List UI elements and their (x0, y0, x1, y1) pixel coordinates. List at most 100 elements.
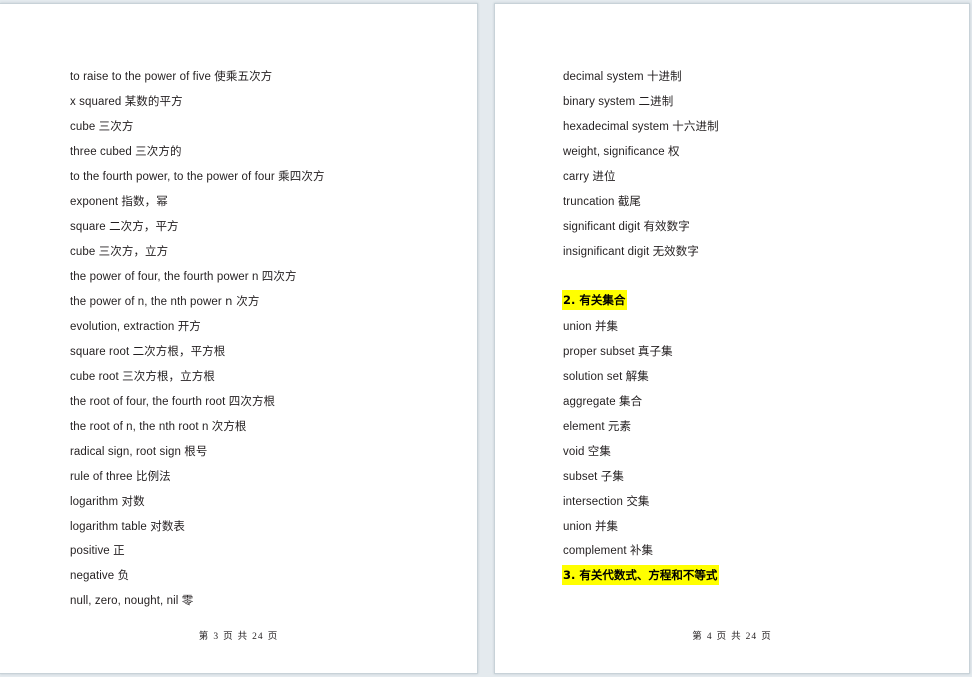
footer-total-pages: 24 (745, 632, 758, 642)
glossary-term-en: x squared (70, 96, 122, 108)
glossary-term-en: positive (70, 545, 110, 557)
glossary-term-en: the root of n, the nth root n (70, 421, 209, 433)
glossary-entry: three cubed 三次方的 (70, 144, 182, 159)
section-heading-highlighted: 2. 有关集合 (562, 290, 628, 310)
glossary-term-zh: 开方 (177, 319, 201, 333)
glossary-term-en: union (563, 321, 592, 333)
glossary-entry: rule of three 比例法 (70, 469, 171, 484)
glossary-term-zh: 解集 (625, 369, 649, 383)
glossary-entry: the root of n, the nth root n 次方根 (70, 419, 247, 434)
footer-page-number: 3 (213, 632, 220, 642)
glossary-term-zh: 三次方根，立方根 (122, 369, 215, 383)
glossary-term-zh: 零 (181, 593, 194, 607)
glossary-term-zh: n 次方 (225, 294, 260, 308)
glossary-term-zh: 某数的平方 (124, 94, 183, 108)
glossary-term-en: square (70, 221, 106, 233)
glossary-entry: to the fourth power, to the power of fou… (70, 169, 325, 184)
glossary-term-zh: 三次方，立方 (98, 244, 169, 258)
pdf-viewer[interactable]: to raise to the power of five 使乘五次方 x squ… (0, 0, 972, 677)
footer-middle: 页 共 (223, 631, 249, 642)
glossary-term-zh: 十六进制 (672, 119, 719, 133)
glossary-term-en: the root of four, the fourth root (70, 396, 226, 408)
glossary-entry: proper subset 真子集 (563, 344, 673, 359)
glossary-term-en: union (563, 521, 592, 533)
glossary-entry: intersection 交集 (563, 494, 650, 509)
glossary-term-zh: 三次方的 (135, 144, 182, 158)
glossary-entry: logarithm 对数 (70, 494, 145, 509)
glossary-term-zh: 二次方根，平方根 (132, 344, 226, 358)
footer-middle: 页 共 (716, 631, 742, 642)
footer-suffix: 页 (761, 631, 772, 642)
glossary-term-zh: 使乘五次方 (214, 69, 273, 83)
glossary-term-en: decimal system (563, 71, 644, 83)
glossary-entry: truncation 截尾 (563, 194, 641, 209)
glossary-entry: insignificant digit 无效数字 (563, 244, 699, 259)
document-page-4[interactable]: decimal system 十进制 binary system 二进制 hexad… (494, 3, 970, 674)
glossary-term-en: subset (563, 471, 598, 483)
page-4-content: decimal system 十进制 binary system 二进制 hexad… (495, 4, 969, 673)
glossary-entry: exponent 指数，幂 (70, 194, 168, 209)
glossary-term-zh: 有效数字 (643, 219, 690, 233)
glossary-entry: evolution, extraction 开方 (70, 319, 201, 334)
glossary-term-en: logarithm table (70, 521, 147, 533)
glossary-term-en: significant digit (563, 221, 641, 233)
glossary-term-zh: 指数，幂 (121, 194, 168, 208)
glossary-term-en: cube (70, 246, 96, 258)
glossary-entry: binary system 二进制 (563, 94, 673, 109)
glossary-entry: hexadecimal system 十六进制 (563, 119, 719, 134)
glossary-term-en: negative (70, 570, 115, 582)
glossary-term-zh: 四次方根 (228, 394, 276, 408)
glossary-term-zh: 对数表 (150, 519, 186, 533)
glossary-term-zh: 根号 (184, 444, 208, 458)
glossary-term-en: logarithm (70, 496, 119, 508)
glossary-term-en: three cubed (70, 146, 132, 158)
glossary-term-en: exponent (70, 196, 119, 208)
glossary-entry: aggregate 集合 (563, 394, 642, 409)
glossary-entry: the root of four, the fourth root 四次方根 (70, 394, 275, 409)
glossary-term-zh: 并集 (594, 319, 619, 333)
glossary-entry: weight, significance 权 (563, 144, 680, 159)
glossary-term-en: aggregate (563, 396, 616, 408)
glossary-term-en: to raise to the power of five (70, 71, 211, 83)
glossary-term-zh: 二进制 (638, 94, 674, 108)
glossary-term-en: element (563, 421, 605, 433)
glossary-entry: cube 三次方 (70, 119, 133, 134)
glossary-term-en: binary system (563, 96, 636, 108)
glossary-term-zh: 进位 (592, 169, 616, 183)
footer-suffix: 页 (267, 631, 279, 642)
page-4-footer: 第 4 页 共 24 页 (495, 628, 969, 642)
glossary-entry: cube root 三次方根，立方根 (70, 369, 215, 384)
glossary-entry: radical sign, root sign 根号 (70, 444, 207, 459)
glossary-entry: void 空集 (563, 444, 611, 459)
glossary-term-zh: 截尾 (617, 194, 642, 208)
glossary-term-zh: 乘四次方 (278, 169, 325, 183)
glossary-entry: union 并集 (563, 519, 618, 534)
glossary-term-en: the power of four, the fourth power n (70, 271, 259, 283)
glossary-entry: solution set 解集 (563, 369, 649, 384)
footer-prefix: 第 (198, 631, 210, 642)
glossary-term-en: to the fourth power, to the power of fou… (70, 171, 275, 183)
glossary-term-zh: 并集 (594, 519, 619, 533)
glossary-entry: square 二次方，平方 (70, 219, 179, 234)
glossary-term-zh: 十进制 (646, 69, 682, 83)
glossary-entry: the power of n, the nth power n 次方 (70, 294, 260, 309)
glossary-term-en: cube root (70, 371, 119, 383)
glossary-term-en: square root (70, 346, 130, 358)
glossary-term-en: weight, significance (563, 146, 665, 158)
glossary-entry: x squared 某数的平方 (70, 94, 183, 109)
document-page-3[interactable]: to raise to the power of five 使乘五次方 x squ… (0, 3, 478, 674)
section-heading-highlighted: 3. 有关代数式、方程和不等式 (562, 565, 720, 585)
glossary-term-zh: 权 (668, 144, 680, 158)
glossary-term-zh: 集合 (619, 394, 643, 408)
glossary-term-zh: 正 (113, 543, 125, 557)
glossary-term-zh: 对数 (121, 494, 145, 508)
glossary-term-en: radical sign, root sign (70, 446, 181, 458)
glossary-entry: negative 负 (70, 568, 129, 583)
glossary-entry: decimal system 十进制 (563, 69, 682, 84)
glossary-term-zh: 补集 (629, 543, 654, 557)
glossary-term-en: complement (563, 545, 627, 557)
glossary-term-en: the power of n, the nth power (70, 296, 222, 308)
glossary-term-en: truncation (563, 196, 615, 208)
glossary-term-en: proper subset (563, 346, 635, 358)
glossary-entry: square root 二次方根，平方根 (70, 344, 225, 359)
